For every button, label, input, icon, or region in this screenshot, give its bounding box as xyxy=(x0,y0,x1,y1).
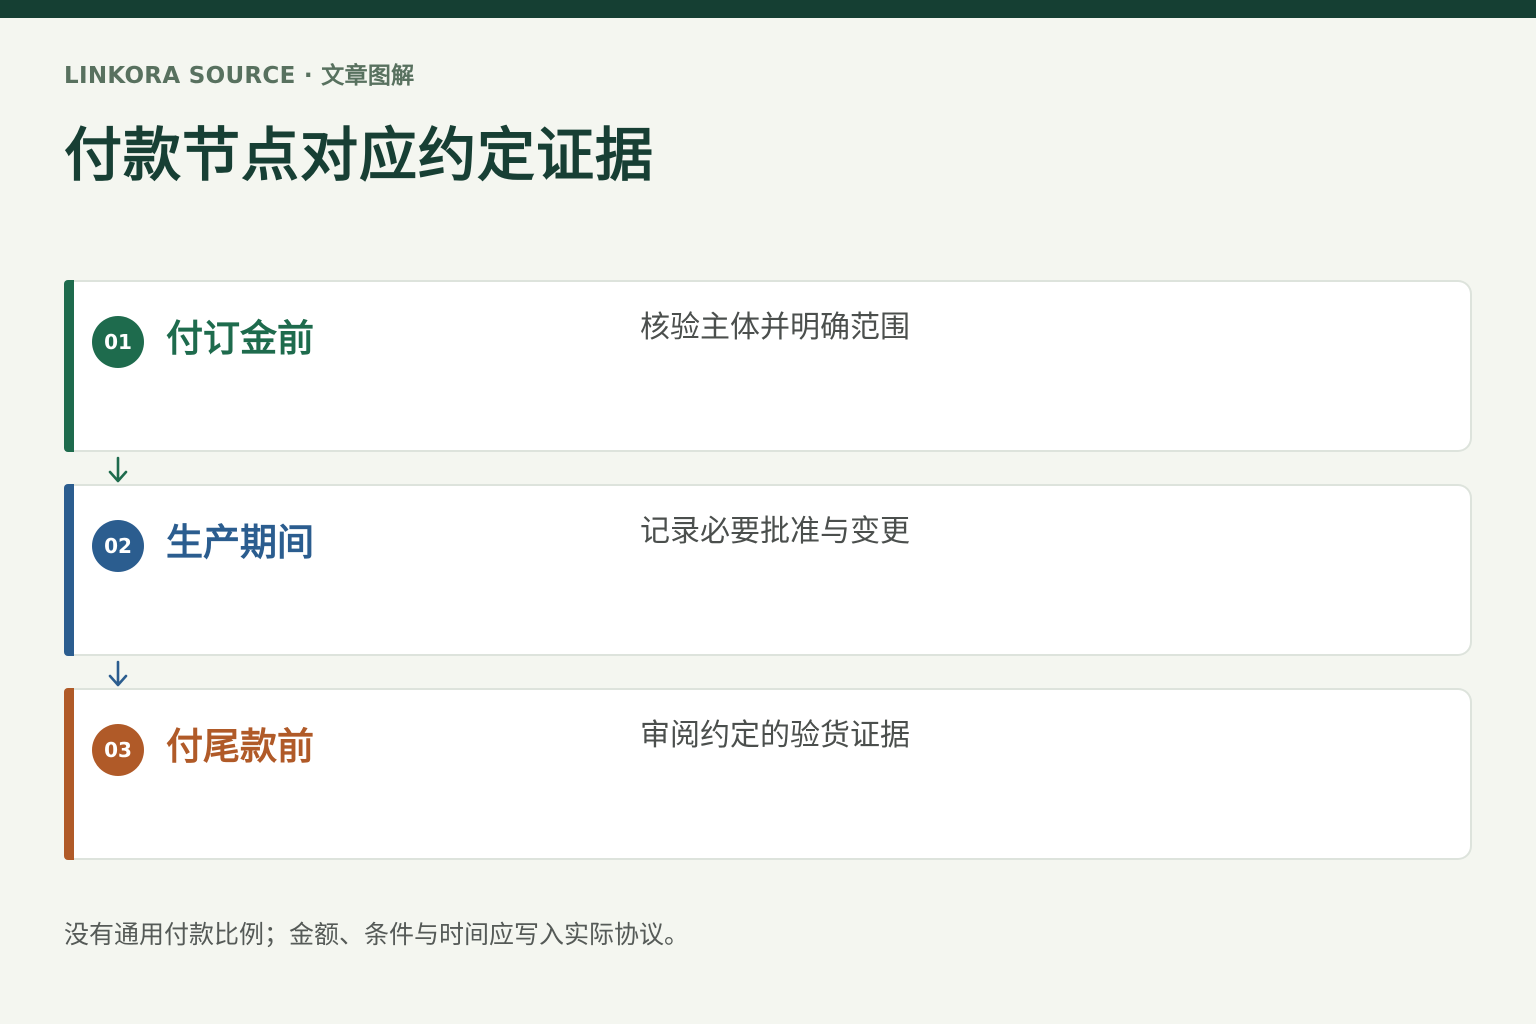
step-card-2: 02 生产期间 记录必要批准与变更 xyxy=(64,484,1472,656)
step-accent-bar xyxy=(64,280,74,452)
down-arrow-icon xyxy=(108,660,128,687)
down-arrow-icon xyxy=(108,456,128,483)
step-description: 记录必要批准与变更 xyxy=(640,514,910,549)
step-description: 审阅约定的验货证据 xyxy=(640,718,910,753)
footnote: 没有通用付款比例；金额、条件与时间应写入实际协议。 xyxy=(64,920,690,949)
step-card-3: 03 付尾款前 审阅约定的验货证据 xyxy=(64,688,1472,860)
step-title: 付尾款前 xyxy=(166,725,314,768)
step-description: 核验主体并明确范围 xyxy=(640,310,910,345)
eyebrow-label: LINKORA SOURCE · 文章图解 xyxy=(64,63,415,89)
step-card-1: 01 付订金前 核验主体并明确范围 xyxy=(64,280,1472,452)
step-accent-bar xyxy=(64,688,74,860)
step-number-badge: 02 xyxy=(92,520,144,572)
step-number-badge: 01 xyxy=(92,316,144,368)
step-title: 生产期间 xyxy=(166,521,314,564)
step-title: 付订金前 xyxy=(166,317,314,360)
step-accent-bar xyxy=(64,484,74,656)
page-title: 付款节点对应约定证据 xyxy=(64,121,655,189)
top-bar xyxy=(0,0,1536,18)
step-number-badge: 03 xyxy=(92,724,144,776)
